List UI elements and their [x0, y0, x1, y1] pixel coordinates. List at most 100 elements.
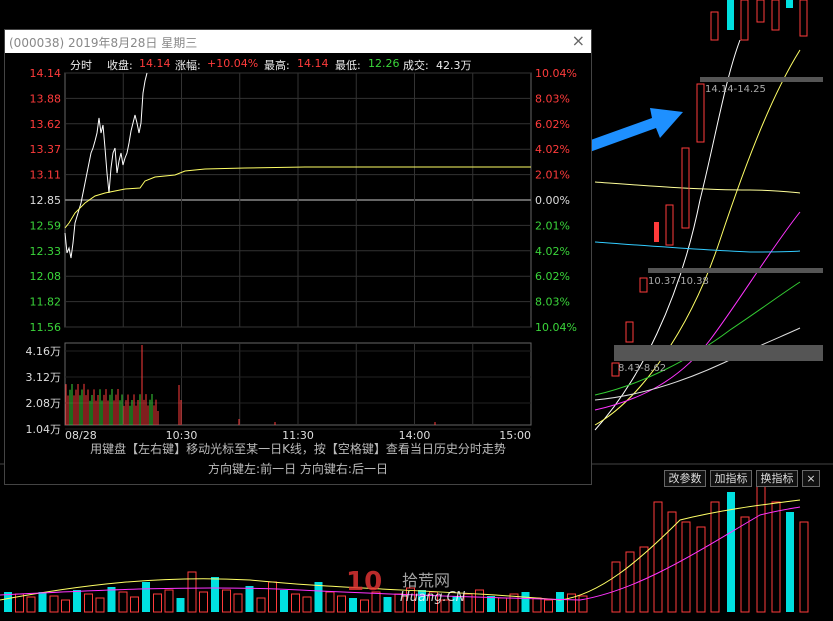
volume-bar — [696, 526, 706, 613]
volume-bar — [544, 599, 553, 613]
watermark-brand: 拾荒网 — [402, 571, 451, 590]
close-icon[interactable]: × — [572, 31, 585, 50]
price-tick-label: 13.11 — [30, 169, 62, 182]
volume-bar — [771, 501, 781, 613]
price-tick-label: 14.14 — [30, 67, 62, 80]
price-line — [64, 72, 148, 259]
pct-tick-label: 2.01% — [535, 219, 570, 232]
volume-bar — [681, 521, 691, 613]
price-tick-label: 13.37 — [30, 143, 62, 156]
volume-bar — [314, 582, 323, 612]
volume-bar — [653, 501, 663, 613]
price-tick-label: 12.85 — [30, 194, 62, 207]
volume-bar — [118, 591, 128, 613]
watermark-domain: Huang.CN — [400, 590, 466, 605]
volume-bar — [211, 577, 219, 612]
volume-bar — [49, 595, 59, 613]
keyboard-hint: 用键盘【左右键】移动光标至某一日K线，按【空格键】查看当日历史分时走势 — [90, 442, 506, 456]
volume-bar — [475, 589, 484, 613]
ma-white-line — [594, 39, 741, 431]
volume-bar — [61, 599, 70, 613]
volume-bar — [740, 516, 750, 613]
volume-bar — [84, 593, 93, 613]
volume-bar — [337, 595, 346, 613]
pct-tick-label: 8.03% — [535, 92, 570, 105]
ma-magenta-line — [594, 211, 801, 411]
range-bar-2 — [648, 268, 823, 273]
volume-bar — [521, 592, 530, 612]
popup-titlebar: (000038) 2019年8月28日 星期三 × — [5, 30, 591, 53]
pct-tick-label: 6.02% — [535, 270, 570, 283]
range-bar-3 — [614, 345, 823, 361]
volume-ma-line — [0, 499, 801, 601]
modify-params-button[interactable]: 改参数 — [664, 470, 706, 487]
volume-bar — [280, 590, 288, 612]
ma-yellow2-line — [594, 181, 801, 194]
volume-bar — [799, 521, 809, 613]
volume-bar — [498, 597, 507, 613]
volume-bar — [302, 596, 312, 613]
volume-bar — [233, 593, 243, 613]
panel-close-button[interactable]: × — [802, 470, 820, 487]
volume-bar — [625, 551, 635, 613]
volume-bar — [38, 592, 47, 612]
price-tick-label: 12.33 — [30, 245, 62, 258]
pct-tick-label: 4.02% — [535, 245, 570, 258]
volume-bar — [187, 571, 197, 613]
popup-title: (000038) 2019年8月28日 星期三 — [9, 36, 198, 50]
range-label-3: 8.43-8.62 — [618, 363, 667, 374]
pct-tick-label: 4.02% — [535, 143, 570, 156]
price-tick-label: 12.59 — [30, 219, 62, 232]
volume-bar — [756, 471, 766, 613]
add-indicator-button[interactable]: 加指标 — [710, 470, 752, 487]
change-indicator-button[interactable]: 换指标 — [756, 470, 798, 487]
volume-bar — [710, 501, 720, 613]
pct-tick-label: 6.02% — [535, 118, 570, 131]
volume-bar — [199, 591, 208, 613]
volume-tick-label: 2.08万 — [26, 397, 62, 410]
volume-bar — [164, 589, 174, 613]
volume-bar — [578, 595, 588, 613]
volume-bar — [532, 597, 542, 613]
volume-bar — [222, 589, 231, 613]
volume-bar — [291, 593, 300, 613]
volume-bar — [95, 597, 105, 613]
pct-tick-label: 8.03% — [535, 296, 570, 309]
volume-tick-label: 4.16万 — [26, 345, 62, 358]
pct-tick-label: 10.04% — [535, 321, 577, 334]
intraday-chart: 14.14 10.04% 13.88 8.03% 13.62 6.02% 13.37 4.02… — [26, 67, 577, 442]
volume-bar — [325, 591, 335, 613]
volume-tick-label: 3.12万 — [26, 371, 62, 384]
volume-tick-label: 1.04万 — [26, 423, 62, 436]
pct-tick-label: 2.01% — [535, 169, 570, 182]
volume-bar — [349, 598, 357, 612]
volume-bar — [26, 596, 36, 613]
range-label-1: 14.14-14.25 — [705, 84, 766, 95]
intraday-popup: (000038) 2019年8月28日 星期三 × 分时 收盘: 14.14 涨… — [4, 29, 592, 485]
candles-group — [611, 0, 808, 377]
range-label-2: 10.37-10.38 — [648, 276, 709, 287]
volume-bar — [73, 590, 81, 612]
volume-bar — [245, 586, 254, 612]
volume-bar — [153, 593, 162, 613]
volume-bar — [487, 596, 495, 612]
volume-bar — [268, 581, 277, 613]
volume-bar — [556, 592, 564, 612]
price-tick-label: 11.82 — [30, 296, 62, 309]
volume-bar — [383, 597, 392, 612]
price-tick-label: 12.08 — [30, 270, 62, 283]
volume-bar — [107, 587, 116, 612]
volume-bar — [142, 582, 150, 612]
volume-bar — [360, 599, 369, 613]
volume-bar — [667, 511, 677, 613]
ma-cyan-line — [594, 241, 801, 253]
direction-hint: 方向键左:前一日 方向键右:后一日 — [208, 462, 388, 476]
price-tick-label: 13.62 — [30, 118, 62, 131]
volume-bar — [611, 561, 621, 613]
volume-bar — [130, 596, 139, 613]
pct-tick-label: 0.00% — [535, 194, 570, 207]
range-bar-1 — [700, 77, 823, 82]
volume-bar — [176, 598, 185, 612]
volume-bar — [786, 512, 794, 612]
volume-bar — [256, 597, 266, 613]
